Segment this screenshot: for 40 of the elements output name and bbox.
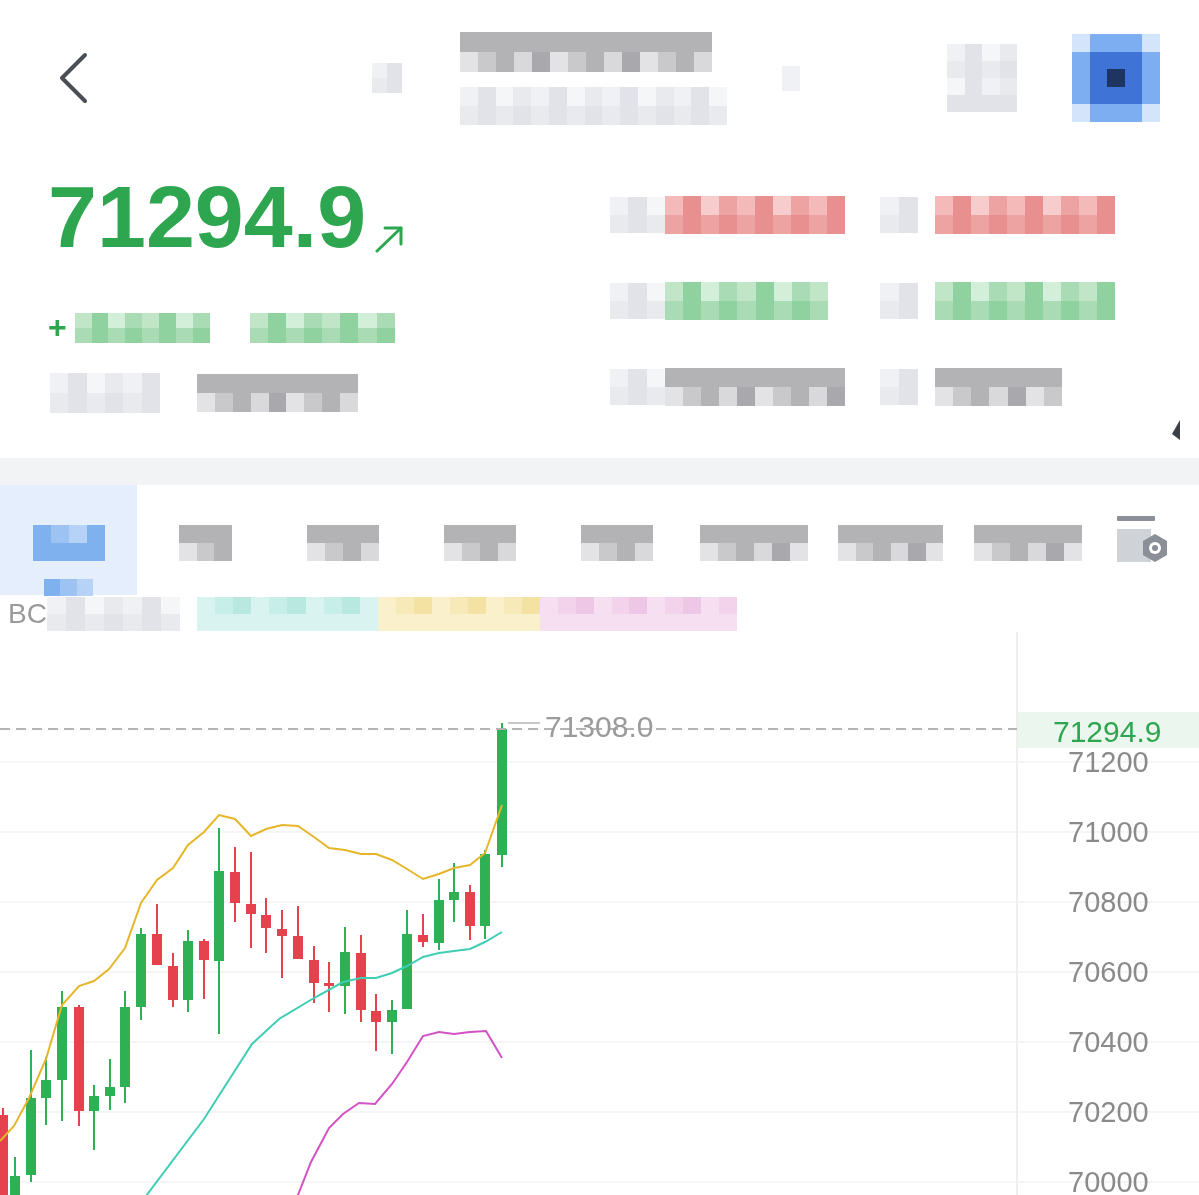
falling-candle <box>199 938 209 1000</box>
axis-label: 70000 <box>1068 1166 1149 1195</box>
falling-candle <box>277 909 287 979</box>
pixelated-redaction <box>947 44 1017 112</box>
small-triangle-icon <box>1172 420 1180 440</box>
pixelated-redaction <box>880 283 918 319</box>
rising-candle <box>89 1084 99 1151</box>
axis-label: 70800 <box>1068 886 1149 918</box>
falling-candle <box>309 945 319 1004</box>
rising-candle <box>449 862 459 923</box>
falling-candle <box>418 913 428 948</box>
pixelated-redaction <box>179 525 232 561</box>
pixelated-redaction <box>880 369 918 405</box>
axis-label: 70600 <box>1068 956 1149 988</box>
axis-label: 71000 <box>1068 816 1149 848</box>
last-price: 71294.9 <box>48 167 367 267</box>
falling-candle <box>293 905 303 960</box>
falling-candle <box>152 903 162 966</box>
falling-candle <box>465 884 475 941</box>
falling-candle <box>261 897 271 954</box>
leader-line <box>507 722 541 724</box>
axis-label: 71200 <box>1068 746 1149 778</box>
change-sign: + <box>48 310 67 345</box>
current-price-tag: 71294.9 <box>1018 712 1199 748</box>
axis-label: 70400 <box>1068 1026 1149 1058</box>
interval-tab[interactable] <box>0 485 137 595</box>
pixelated-redaction <box>880 197 918 233</box>
axis-label: 70200 <box>1068 1096 1149 1128</box>
rising-candle <box>10 1156 20 1195</box>
falling-candle <box>324 961 334 1013</box>
chevron-left-icon <box>58 52 88 104</box>
indicator-label: BC <box>7 597 47 630</box>
rising-candle <box>105 1058 115 1111</box>
falling-candle <box>168 952 178 1008</box>
rising-candle <box>387 999 397 1055</box>
diagonal-arrow-icon <box>374 225 405 253</box>
falling-candle <box>371 993 381 1052</box>
settings-icon <box>1115 516 1170 564</box>
pixelated-redaction <box>372 63 402 93</box>
settings-button[interactable] <box>1115 516 1170 564</box>
